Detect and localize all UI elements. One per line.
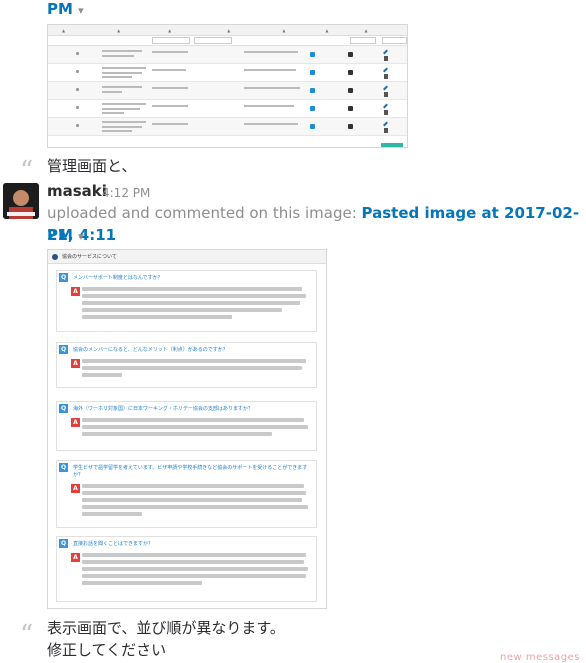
avatar[interactable] (3, 183, 39, 219)
table-row (48, 100, 407, 118)
a-badge-icon: A (71, 418, 80, 427)
faq-card: Q メンバーサポート制度とはなんですか？ A (56, 270, 317, 332)
table-row (48, 46, 407, 64)
q-badge-icon: Q (59, 463, 68, 472)
faq-card: Q 協会のメンバーになると、どんなメリット（利点）があるのですか？ A (56, 342, 317, 388)
table-body (48, 46, 407, 136)
quote-icon: “ (20, 620, 34, 650)
faq-card: Q 海外（ワーホリ対象国）に日本ワーキング・ホリデー協会の支部はありますか？ A (56, 401, 317, 451)
q-badge-icon: Q (59, 273, 68, 282)
faq-card: Q 直接お話を聞くことはできますか？ A (56, 536, 317, 602)
comment-text: 表示画面で、並び順が異なります。 (47, 619, 285, 637)
faq-screenshot-image[interactable]: 協会のサービスについて Q メンバーサポート制度とはなんですか？ A Q 協会のメン… (47, 249, 327, 609)
author-name[interactable]: masaki (47, 182, 107, 200)
comment-text: 管理画面と、 (47, 157, 137, 175)
a-badge-icon: A (71, 553, 80, 562)
a-badge-icon: A (71, 484, 80, 493)
new-messages-divider[interactable]: new messages (500, 652, 580, 663)
file-title-link-continued[interactable]: PM ▾ (47, 224, 84, 248)
question-circle-icon (52, 253, 58, 260)
caret-down-icon[interactable]: ▾ (78, 4, 84, 17)
message-timestamp[interactable]: 4:12 PM (102, 186, 150, 200)
table-row (48, 82, 407, 100)
admin-screenshot-image[interactable]: ▲ ▲ ▲ ▲ ▲ ▲ ▲ (47, 24, 408, 148)
table-filter-row (48, 36, 407, 46)
q-badge-icon: Q (59, 539, 68, 548)
a-badge-icon: A (71, 359, 80, 368)
comment-text: 修正してください (47, 641, 167, 659)
q-badge-icon: Q (59, 345, 68, 354)
q-badge-icon: Q (59, 404, 68, 413)
a-badge-icon: A (71, 287, 80, 296)
file-title-continuation[interactable]: PM ▾ (47, 0, 84, 22)
table-row (48, 118, 407, 136)
pager-badge (381, 143, 403, 147)
quote-icon: “ (20, 156, 34, 186)
caret-down-icon[interactable]: ▾ (78, 230, 84, 243)
faq-card: Q 学生ビザで語学留学を考えています。ビザ申請や学校手続きなど協会のサポートを受け… (56, 460, 317, 528)
table-row (48, 64, 407, 82)
faq-header: 協会のサービスについて (48, 250, 326, 264)
table-header: ▲ ▲ ▲ ▲ ▲ ▲ ▲ (48, 25, 407, 36)
upload-description: uploaded and commented on this image: Pa… (47, 204, 580, 244)
